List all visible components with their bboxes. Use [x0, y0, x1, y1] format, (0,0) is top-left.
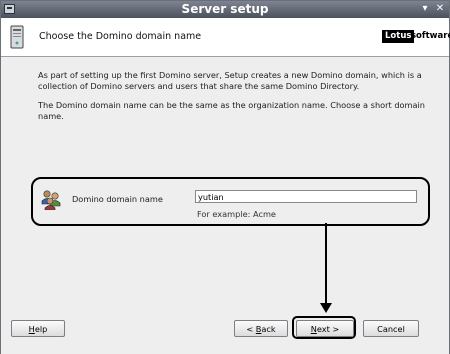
domain-name-input[interactable]: [195, 190, 417, 203]
back-button-prefix: <: [246, 324, 256, 334]
window-title: Server setup: [181, 2, 269, 16]
domain-hint-paragraph: The Domino domain name can be the same a…: [38, 100, 425, 121]
domain-name-label: Domino domain name: [72, 194, 163, 204]
wizard-header: Choose the Domino domain name Lotus soft…: [1, 18, 450, 57]
cancel-button-label: Cancel: [377, 324, 405, 334]
users-icon: [41, 190, 61, 210]
server-icon: [10, 25, 24, 49]
close-icon[interactable]: ✕: [434, 3, 446, 15]
intro-paragraph: As part of setting up the first Domino s…: [38, 70, 422, 91]
back-button-suffix: ack: [261, 324, 276, 334]
step-title: Choose the Domino domain name: [39, 31, 202, 42]
next-button[interactable]: Next >: [296, 320, 354, 337]
lotus-logo-text: software: [411, 31, 450, 41]
help-button-suffix: elp: [34, 324, 48, 334]
title-bar: Server setup ▾ ✕: [1, 1, 449, 18]
help-button[interactable]: Help: [11, 320, 65, 337]
lotus-logo-mark: Lotus: [382, 30, 415, 43]
back-button[interactable]: < Back: [234, 320, 288, 337]
cancel-button[interactable]: Cancel: [363, 320, 419, 337]
minimize-icon[interactable]: ▾: [419, 3, 431, 15]
domain-name-example: For example: Acme: [197, 209, 276, 219]
lotus-software-logo: Lotus software: [382, 26, 450, 45]
next-button-suffix: ext >: [316, 324, 340, 334]
